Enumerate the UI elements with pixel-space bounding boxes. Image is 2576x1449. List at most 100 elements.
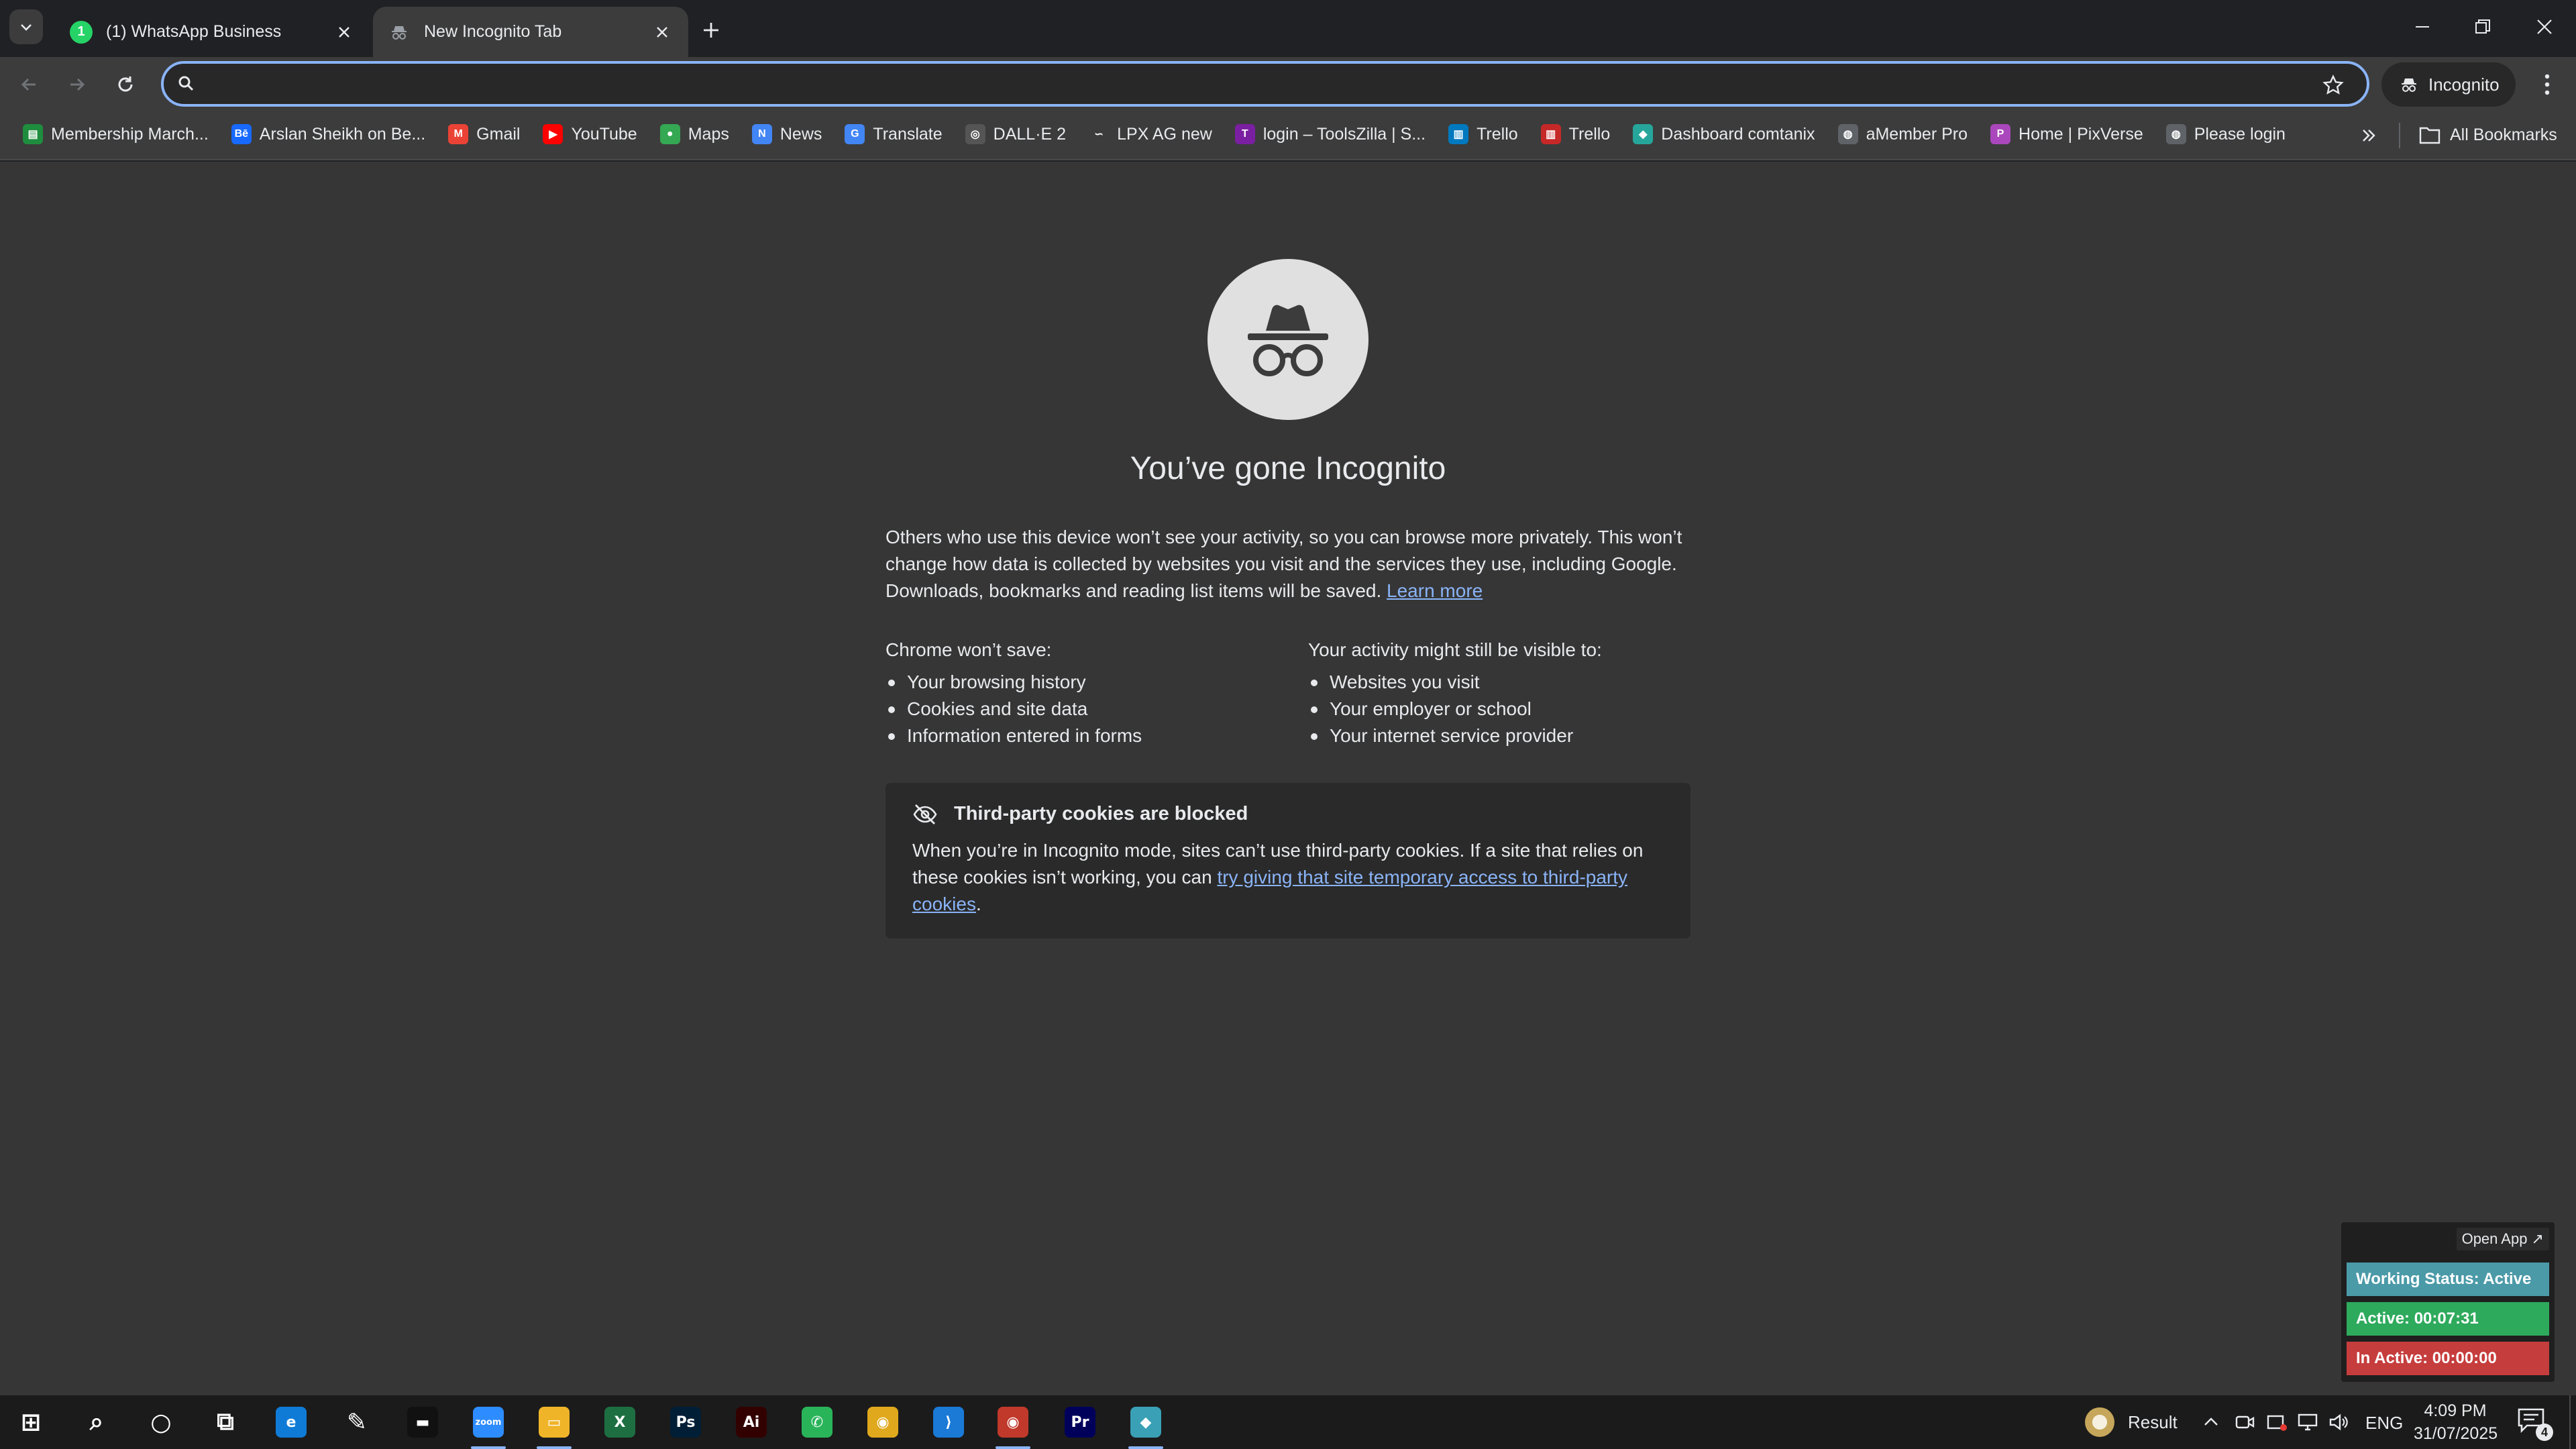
taskbar-item[interactable]: ◆ bbox=[1119, 1401, 1173, 1449]
trello-icon: ▥ bbox=[1448, 124, 1469, 144]
bookmark-item[interactable]: Bē Arslan Sheikh on Be... bbox=[222, 115, 435, 153]
notification-count: 4 bbox=[2536, 1424, 2553, 1441]
result-label: Result bbox=[2128, 1411, 2178, 1432]
bookmark-item[interactable]: ◍ Please login bbox=[2157, 115, 2295, 153]
bookmark-item[interactable]: ● Maps bbox=[651, 115, 739, 153]
bookmark-label: DALL·E 2 bbox=[993, 124, 1067, 144]
open-app-button[interactable]: Open App ↗ bbox=[2456, 1228, 2549, 1250]
globe-icon: ◍ bbox=[1837, 124, 1858, 144]
show-desktop-button[interactable] bbox=[2569, 1395, 2576, 1449]
tab-whatsapp[interactable]: 1 (1) WhatsApp Business bbox=[55, 7, 370, 57]
bookmark-item[interactable]: ◆ Dashboard comtanix bbox=[1623, 115, 1824, 153]
bookmark-item[interactable]: G Translate bbox=[835, 115, 951, 153]
bookmark-label: Trello bbox=[1477, 124, 1518, 144]
bookmark-item[interactable]: ◎ DALL·E 2 bbox=[956, 115, 1075, 153]
bookmark-label: Maps bbox=[688, 124, 729, 144]
notification-center-button[interactable]: 4 bbox=[2517, 1407, 2553, 1441]
close-tab-icon[interactable] bbox=[651, 21, 674, 44]
taskbar-item[interactable]: ⌕ bbox=[70, 1401, 123, 1444]
bookmark-item[interactable]: ▶ YouTube bbox=[533, 115, 646, 153]
taskbar-item[interactable]: ◉ bbox=[856, 1401, 910, 1444]
taskbar-item[interactable]: ▬ bbox=[396, 1401, 449, 1444]
clock-time: 4:09 PM bbox=[2424, 1401, 2487, 1420]
taskbar-item[interactable]: ◉ bbox=[986, 1401, 1040, 1449]
input-language[interactable]: ENG bbox=[2365, 1413, 2403, 1434]
bookmark-item[interactable]: ◍ aMember Pro bbox=[1829, 115, 1977, 153]
restore-button[interactable] bbox=[2453, 0, 2513, 54]
globe-icon: ◍ bbox=[2165, 124, 2186, 144]
bookmark-item[interactable]: ∽ LPX AG new bbox=[1079, 115, 1222, 153]
lpx-icon: ∽ bbox=[1089, 124, 1110, 144]
tab-new-incognito[interactable]: New Incognito Tab bbox=[373, 7, 688, 57]
timetracker-icon: ◆ bbox=[1130, 1407, 1161, 1438]
new-tab-button[interactable] bbox=[694, 13, 728, 47]
list-item: Information entered in forms bbox=[885, 722, 1288, 749]
clock[interactable]: 4:09 PM 31/07/2025 bbox=[2414, 1399, 2498, 1445]
bookmark-star-icon[interactable] bbox=[2320, 72, 2347, 99]
bookmark-label: Membership March... bbox=[51, 124, 209, 144]
learn-more-link[interactable]: Learn more bbox=[1387, 580, 1483, 601]
close-window-button[interactable] bbox=[2514, 0, 2575, 54]
defender-icon[interactable] bbox=[2266, 1411, 2288, 1436]
taskbar-item[interactable]: ✆ bbox=[790, 1401, 844, 1444]
taskbar-item[interactable]: ⊞ bbox=[4, 1401, 58, 1444]
taskbar-item[interactable]: Pr bbox=[1053, 1401, 1107, 1444]
bookmark-item[interactable]: N News bbox=[743, 115, 832, 153]
incognito-icon bbox=[388, 21, 411, 44]
bookmark-item[interactable]: P Home | PixVerse bbox=[1981, 115, 2153, 153]
bookmark-item[interactable]: M Gmail bbox=[439, 115, 529, 153]
bookmark-item[interactable]: ▥ Trello bbox=[1439, 115, 1527, 153]
running-indicator bbox=[1128, 1446, 1163, 1449]
taskbar-item[interactable]: ○ bbox=[134, 1401, 188, 1444]
premiere-icon: Pr bbox=[1065, 1407, 1095, 1438]
browser-toolbar: Incognito bbox=[0, 57, 2576, 112]
wont-save-section: Chrome won’t save: Your browsing history… bbox=[885, 637, 1288, 749]
forward-button[interactable] bbox=[59, 66, 95, 103]
back-button[interactable] bbox=[11, 66, 47, 103]
reload-button[interactable] bbox=[107, 66, 144, 103]
taskbar-item[interactable]: zoom bbox=[462, 1401, 515, 1449]
bookmark-label: Trello bbox=[1568, 124, 1611, 144]
translate-icon: G bbox=[845, 124, 865, 144]
eye-off-icon bbox=[913, 804, 937, 824]
cookie-card-end: . bbox=[975, 894, 981, 914]
result-icon bbox=[2085, 1407, 2114, 1437]
plus-icon bbox=[704, 23, 718, 38]
taskbar-item[interactable]: ✎ bbox=[330, 1401, 384, 1444]
all-bookmarks-button[interactable]: All Bookmarks bbox=[2412, 116, 2564, 154]
bookmark-label: Home | PixVerse bbox=[2019, 124, 2143, 144]
taskbar-item[interactable]: ▭ bbox=[527, 1401, 581, 1449]
taskbar-item[interactable]: ⟩ bbox=[922, 1401, 975, 1444]
taskbar-item[interactable]: e bbox=[264, 1401, 318, 1444]
bookmark-item[interactable]: Tlogin – ToolsZilla | S... bbox=[1226, 115, 1435, 153]
file-explorer-icon: ▭ bbox=[539, 1407, 570, 1438]
volume-icon[interactable] bbox=[2328, 1411, 2349, 1436]
result-widget[interactable]: Result bbox=[2085, 1407, 2178, 1437]
tab-search-button[interactable] bbox=[9, 9, 43, 44]
browser-menu-button[interactable] bbox=[2529, 66, 2565, 103]
meet-now-icon[interactable] bbox=[2234, 1411, 2255, 1436]
comtanix-icon: ◆ bbox=[1633, 124, 1654, 144]
membership-icon: ▤ bbox=[23, 124, 43, 144]
bookmark-item[interactable]: ▥ Trello bbox=[1532, 115, 1620, 153]
incognito-profile-button[interactable]: Incognito bbox=[2381, 62, 2516, 107]
taskbar-item[interactable]: ⧉ bbox=[199, 1401, 252, 1444]
show-hidden-icons-button[interactable] bbox=[2202, 1413, 2220, 1435]
more-bookmarks-button[interactable] bbox=[2353, 120, 2384, 151]
minimize-button[interactable] bbox=[2392, 0, 2453, 54]
address-bar[interactable] bbox=[161, 61, 2369, 107]
taskbar-item[interactable]: X bbox=[593, 1401, 647, 1444]
list-item: Cookies and site data bbox=[885, 696, 1288, 722]
arrow-left-icon bbox=[21, 78, 36, 91]
tab-strip: 1 (1) WhatsApp Business New Incognito Ta… bbox=[0, 0, 2576, 57]
close-tab-icon[interactable] bbox=[333, 21, 356, 44]
taskbar-item[interactable]: Ai bbox=[724, 1401, 778, 1444]
bookmark-item[interactable]: ▤ Membership March... bbox=[13, 115, 218, 153]
cookie-card-header: Third-party cookies are blocked bbox=[912, 803, 1664, 825]
reload-icon bbox=[118, 76, 133, 92]
taskbar-item[interactable]: Ps bbox=[659, 1401, 712, 1444]
network-icon[interactable] bbox=[2297, 1411, 2318, 1436]
address-input[interactable] bbox=[209, 73, 2367, 95]
wont-save-title: Chrome won’t save: bbox=[885, 639, 1052, 660]
list-item: Your employer or school bbox=[1308, 696, 1711, 722]
